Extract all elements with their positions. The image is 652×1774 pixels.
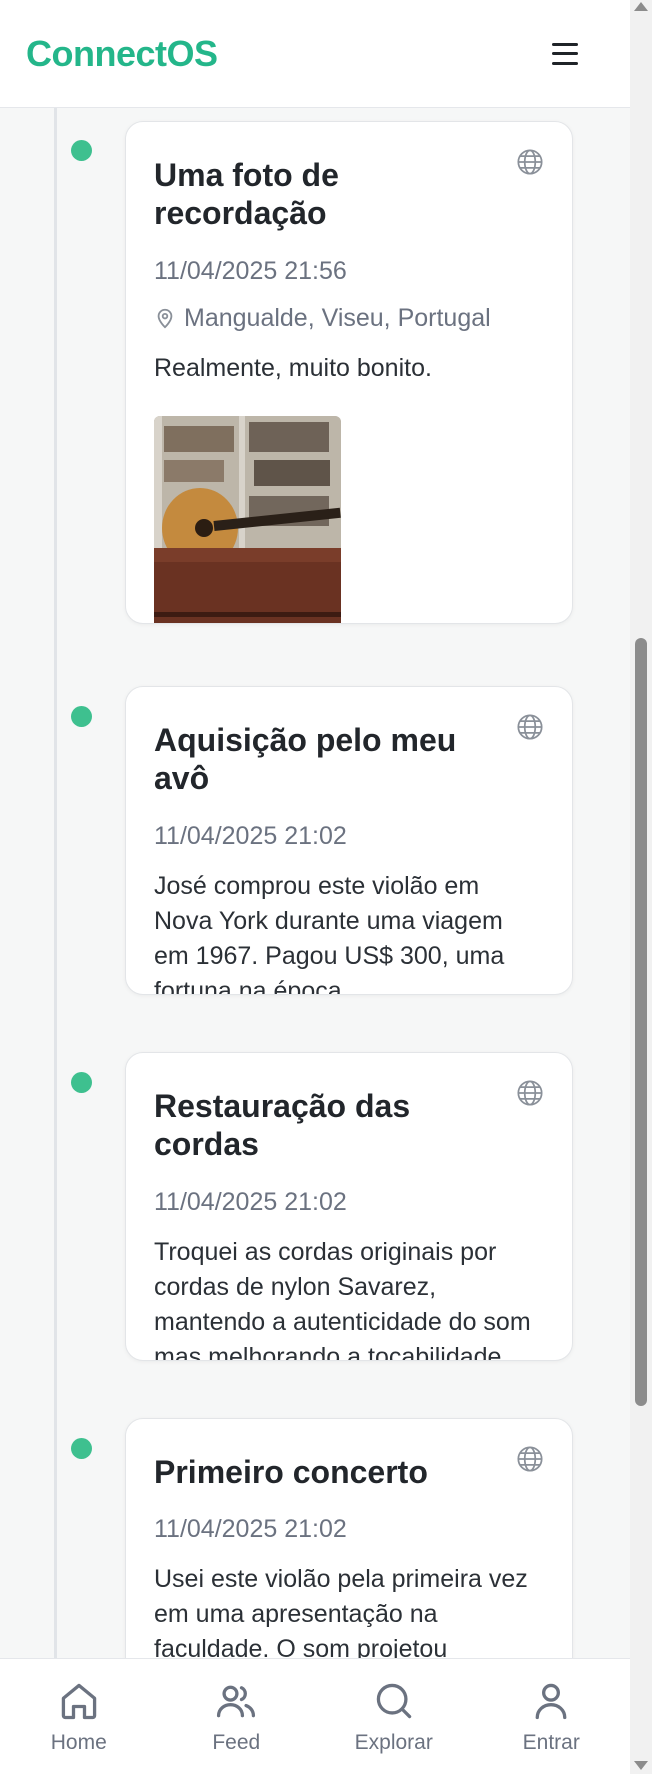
- nav-home-label: Home: [50, 1730, 107, 1754]
- event-title: Restauração das cordas: [154, 1088, 411, 1163]
- timeline-dot: [71, 1438, 92, 1459]
- app-header: ConnectOS: [0, 0, 630, 108]
- event-text: Realmente, muito bonito.: [154, 353, 432, 382]
- event-title: Primeiro concerto: [154, 1454, 428, 1490]
- timeline-card[interactable]: Uma foto de recordação 11/04/2025 21:56 …: [125, 121, 573, 624]
- map-pin-icon: [157, 309, 173, 329]
- nav-login[interactable]: Entrar: [481, 1679, 621, 1755]
- home-icon: [61, 1683, 96, 1719]
- event-date: 11/04/2025 21:02: [154, 1515, 347, 1544]
- timeline-dot: [71, 706, 92, 727]
- event-date: 11/04/2025 21:02: [154, 821, 347, 850]
- bottom-nav: Home Feed Explorar Entrar: [0, 1658, 630, 1774]
- timeline-dot: [71, 1072, 92, 1093]
- timeline-card[interactable]: Aquisição pelo meu avô 11/04/2025 21:02 …: [125, 686, 573, 995]
- event-text: José comprou este violão em Nova York du…: [154, 871, 505, 995]
- menu-icon[interactable]: [552, 42, 578, 65]
- nav-feed[interactable]: Feed: [166, 1679, 306, 1755]
- timeline-line: [54, 108, 57, 1658]
- user-icon: [535, 1683, 567, 1719]
- users-icon: [217, 1685, 256, 1717]
- event-date: 11/04/2025 21:56: [154, 256, 347, 285]
- event-title: Aquisição pelo meu avô: [154, 722, 457, 797]
- scroll-down-arrow[interactable]: [634, 1761, 648, 1770]
- nav-home[interactable]: Home: [9, 1679, 149, 1755]
- nav-feed-label: Feed: [212, 1730, 261, 1754]
- nav-login-label: Entrar: [522, 1730, 580, 1754]
- timeline-dot: [71, 140, 92, 161]
- globe-icon[interactable]: [516, 1445, 544, 1473]
- globe-icon[interactable]: [516, 1079, 544, 1107]
- event-text: Troquei as cordas originais por cordas d…: [154, 1237, 531, 1361]
- search-icon: [376, 1683, 411, 1718]
- scrollbar[interactable]: [630, 0, 652, 1774]
- scroll-thumb[interactable]: [635, 638, 647, 1406]
- scroll-up-arrow[interactable]: [634, 2, 648, 11]
- globe-icon[interactable]: [516, 713, 544, 741]
- guitar-photo[interactable]: [154, 415, 341, 623]
- timeline-card[interactable]: Restauração das cordas 11/04/2025 21:02 …: [125, 1052, 573, 1361]
- location-label: Mangualde, Viseu, Portugal: [184, 303, 491, 332]
- event-date: 11/04/2025 21:02: [154, 1187, 347, 1216]
- nav-explore[interactable]: Explorar: [324, 1679, 464, 1755]
- nav-explore-label: Explorar: [354, 1730, 433, 1754]
- event-location: Mangualde, Viseu, Portugal: [154, 304, 544, 333]
- globe-icon[interactable]: [516, 148, 544, 176]
- event-title: Uma foto de recordação: [154, 157, 339, 232]
- event-text: Usei este violão pela primeira vez em um…: [154, 1565, 528, 1664]
- app-logo[interactable]: ConnectOS: [26, 33, 218, 75]
